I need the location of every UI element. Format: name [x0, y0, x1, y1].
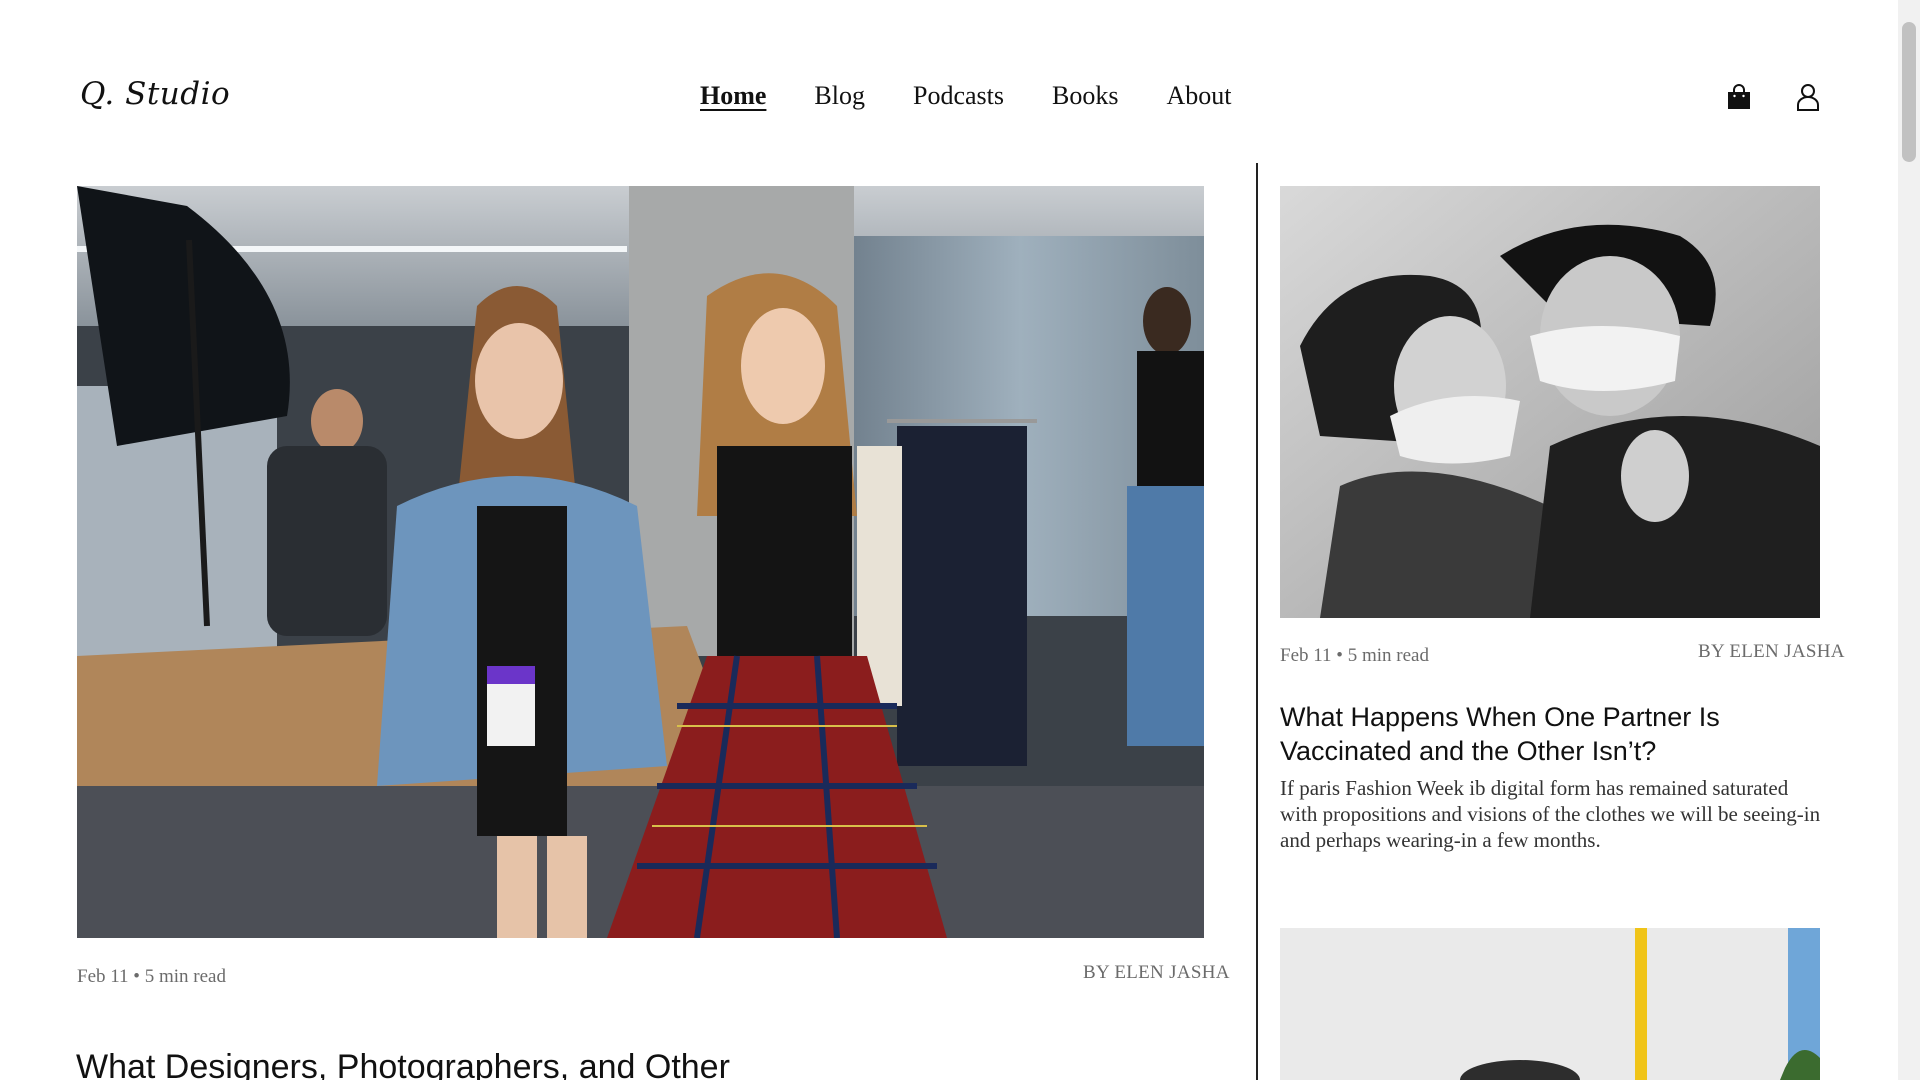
featured-post-byline[interactable]: BY ELEN JASHA [1083, 962, 1230, 984]
featured-post-title[interactable]: What Designers, Photographers, and Other [76, 1048, 730, 1080]
user-icon[interactable] [1793, 82, 1823, 112]
featured-post-image[interactable] [77, 186, 1204, 938]
column-divider [1256, 163, 1258, 1080]
nav-podcasts[interactable]: Podcasts [913, 81, 1004, 111]
sidebar-post-byline[interactable]: BY ELEN JASHA [1698, 641, 1845, 663]
sidebar-post-title[interactable]: What Happens When One Partner Is Vaccina… [1280, 700, 1820, 768]
sidebar-post-image[interactable] [1280, 186, 1820, 618]
nav-home[interactable]: Home [700, 81, 766, 111]
nav-about[interactable]: About [1166, 81, 1231, 111]
nav-blog[interactable]: Blog [814, 81, 865, 111]
page-scrollbar[interactable] [1898, 0, 1920, 1080]
sidebar-post-2-image[interactable] [1280, 928, 1820, 1080]
sidebar-post-excerpt: If paris Fashion Week ib digital form ha… [1280, 776, 1821, 852]
featured-post-meta: Feb 11 • 5 min read [77, 966, 226, 987]
sidebar-post-meta: Feb 11 • 5 min read [1280, 645, 1429, 666]
shopping-bag-icon[interactable] [1724, 82, 1754, 112]
scrollbar-thumb[interactable] [1902, 22, 1916, 162]
main-nav: Home Blog Podcasts Books About [700, 81, 1231, 111]
site-logo[interactable]: Q. Studio [80, 76, 230, 112]
nav-books[interactable]: Books [1052, 81, 1118, 111]
